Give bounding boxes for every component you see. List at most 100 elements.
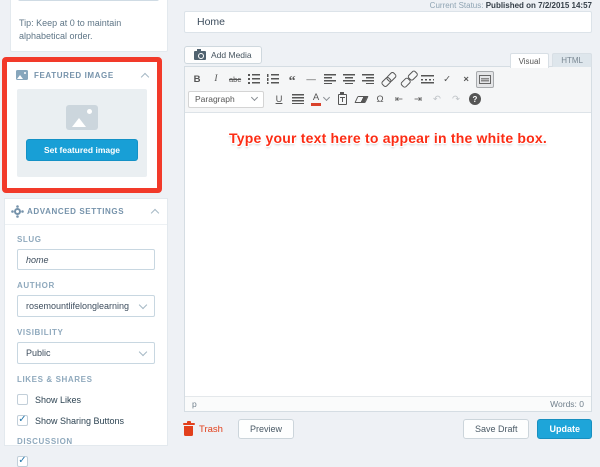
preview-button[interactable]: Preview [237, 419, 294, 439]
editor-content-area[interactable]: Type your text here to appear in the whi… [185, 113, 591, 396]
set-featured-image-button[interactable]: Set featured image [25, 139, 139, 161]
author-select-value: rosemountlifelonglearning [26, 301, 130, 311]
text-color-swatch [311, 103, 321, 106]
outdent-button[interactable]: ⇤ [390, 91, 408, 108]
kitchen-sink-icon [479, 74, 492, 84]
visibility-label: VISIBILITY [17, 328, 64, 337]
more-tag-icon [421, 74, 435, 84]
check-icon: ✓ [18, 413, 27, 425]
align-right-button[interactable] [359, 71, 377, 88]
trash-button[interactable]: Trash [182, 421, 223, 436]
fullscreen-button[interactable]: × [457, 71, 475, 88]
image-icon [16, 70, 28, 80]
align-center-icon [343, 73, 356, 85]
featured-image-title: FEATURED IMAGE [34, 70, 114, 80]
page-order-tip: Tip: Keep at 0 to maintain alphabetical … [19, 18, 122, 42]
show-sharing-row[interactable]: ✓ Show Sharing Buttons [17, 413, 155, 426]
show-sharing-checkbox[interactable]: ✓ [17, 413, 28, 426]
undo-button[interactable]: ↶ [428, 91, 446, 108]
featured-image-dropzone[interactable]: Set featured image [17, 89, 147, 177]
show-likes-label: Show Likes [35, 394, 82, 405]
discussion-partial-row[interactable]: ✓ [17, 454, 155, 467]
action-bar: Trash Preview Save Draft Update [182, 419, 592, 439]
discussion-checkbox[interactable]: ✓ [17, 454, 28, 467]
numbered-list-icon [267, 74, 280, 84]
page-order-input[interactable] [18, 0, 159, 1]
horizontal-rule-button[interactable]: — [302, 71, 320, 88]
align-left-button[interactable] [321, 71, 339, 88]
page-title-input[interactable] [184, 11, 592, 33]
advanced-settings-section-header[interactable]: ADVANCED SETTINGS [5, 199, 167, 225]
advanced-settings-title: ADVANCED SETTINGS [27, 207, 125, 216]
featured-image-section-header[interactable]: FEATURED IMAGE [7, 62, 157, 88]
page-order-panel: Tip: Keep at 0 to maintain alphabetical … [10, 0, 168, 52]
toolbar-toggle-button[interactable] [476, 70, 495, 88]
show-likes-checkbox[interactable] [17, 394, 28, 405]
indent-button[interactable]: ⇥ [409, 91, 427, 108]
chevron-down-icon [138, 300, 148, 309]
more-tag-button[interactable] [418, 71, 437, 88]
save-draft-button[interactable]: Save Draft [462, 419, 530, 439]
word-count: Words: 0 [550, 399, 584, 409]
author-select[interactable]: rosemountlifelonglearning [17, 295, 155, 317]
editor-status-bar: p Words: 0 [185, 396, 591, 411]
editor-toolbar: B I abc “ — ✓ × Paragraph U A Ω ⇤ ⇥ ↶ ↷ … [185, 67, 591, 113]
align-right-icon [362, 73, 375, 85]
tab-html[interactable]: HTML [552, 53, 592, 67]
chevron-up-icon[interactable] [140, 72, 150, 81]
current-status-label: Current Status: [429, 1, 484, 10]
spellcheck-button[interactable]: ✓ [438, 71, 456, 88]
discussion-label: DISCUSSION [17, 437, 73, 446]
visibility-select[interactable]: Public [17, 342, 155, 364]
trash-can-icon [182, 421, 195, 436]
bullet-list-button[interactable] [245, 71, 263, 88]
likes-shares-label: LIKES & SHARES [17, 375, 93, 384]
image-placeholder-icon [66, 105, 98, 130]
clear-formatting-button[interactable] [352, 91, 370, 108]
update-button[interactable]: Update [537, 419, 592, 439]
bold-button[interactable]: B [188, 71, 206, 88]
check-icon: ✓ [18, 454, 27, 466]
text-color-letter: A [312, 91, 320, 103]
align-center-button[interactable] [340, 71, 358, 88]
annotation-overlay-text: Type your text here to appear in the whi… [229, 130, 547, 146]
question-circle-icon: ? [469, 93, 481, 105]
text-color-button[interactable]: A [308, 91, 332, 108]
paragraph-format-value: Paragraph [195, 94, 235, 104]
camera-icon [194, 48, 206, 60]
slug-input[interactable] [17, 249, 155, 270]
bullet-list-icon [248, 74, 261, 84]
chevron-down-icon [250, 93, 259, 102]
author-label: AUTHOR [17, 281, 55, 290]
visual-editor: B I abc “ — ✓ × Paragraph U A Ω ⇤ ⇥ ↶ ↷ … [184, 66, 592, 412]
chevron-up-icon[interactable] [150, 208, 160, 218]
text-color-icon: A [311, 91, 321, 106]
paste-as-text-icon [337, 92, 347, 105]
unlink-icon [398, 70, 416, 88]
align-justify-icon [292, 93, 304, 105]
unlink-button[interactable] [398, 71, 417, 88]
add-media-button[interactable]: Add Media [184, 46, 262, 64]
current-status-value: Published on 7/2/2015 14:57 [485, 1, 592, 10]
show-sharing-label: Show Sharing Buttons [35, 415, 125, 426]
redo-button[interactable]: ↷ [447, 91, 465, 108]
link-icon [378, 70, 396, 88]
annotation-highlight-box: FEATURED IMAGE Set featured image [2, 57, 162, 193]
special-character-button[interactable]: Ω [371, 91, 389, 108]
align-justify-button[interactable] [289, 91, 307, 108]
numbered-list-button[interactable] [264, 71, 282, 88]
italic-button[interactable]: I [207, 71, 225, 88]
chevron-down-icon [138, 347, 148, 356]
blockquote-button[interactable]: “ [283, 71, 301, 89]
show-likes-row[interactable]: Show Likes [17, 394, 155, 405]
strikethrough-button[interactable]: abc [226, 71, 244, 88]
element-path: p [192, 399, 197, 409]
insert-link-button[interactable] [378, 71, 397, 88]
help-button[interactable]: ? [466, 91, 484, 108]
editor-mode-tabs: Visual HTML [509, 53, 592, 68]
paste-as-text-button[interactable] [333, 91, 351, 108]
underline-button[interactable]: U [270, 91, 288, 108]
tab-visual[interactable]: Visual [509, 53, 550, 68]
paragraph-format-select[interactable]: Paragraph [188, 90, 264, 108]
add-media-label: Add Media [211, 50, 252, 60]
